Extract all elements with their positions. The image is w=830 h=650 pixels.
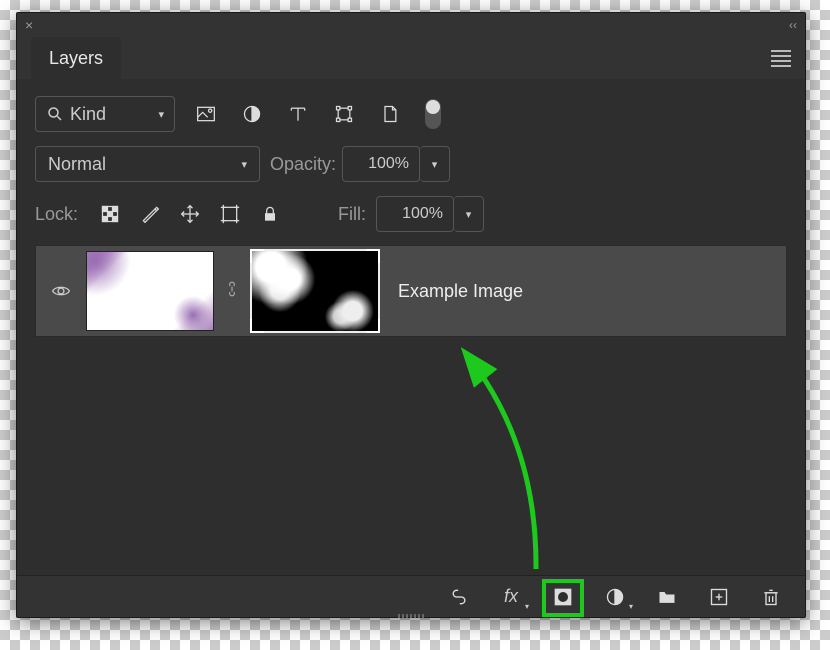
eye-icon	[49, 281, 73, 301]
opacity-input[interactable]: 100%	[342, 146, 420, 182]
lock-transparent-icon[interactable]	[98, 202, 122, 226]
add-adjustment-button[interactable]: ▾	[603, 585, 627, 609]
fill-input[interactable]: 100%	[376, 196, 454, 232]
filter-toggle[interactable]	[425, 99, 441, 129]
opacity-label: Opacity:	[270, 154, 336, 175]
pixel-layer-filter-icon[interactable]	[195, 103, 217, 125]
fill-label: Fill:	[338, 204, 366, 225]
panel-menu-icon[interactable]	[771, 50, 795, 67]
panel-body: Kind ▾	[17, 79, 805, 575]
kind-label: Kind	[70, 104, 158, 125]
opacity-value: 100%	[368, 155, 409, 173]
lock-artboard-icon[interactable]	[218, 202, 242, 226]
delete-layer-button[interactable]	[759, 585, 783, 609]
visibility-toggle[interactable]	[36, 246, 86, 336]
lock-pixels-icon[interactable]	[138, 202, 162, 226]
opacity-dropdown[interactable]: ▾	[420, 146, 450, 182]
fill-group: Fill: 100% ▾	[338, 196, 484, 232]
chevron-down-icon: ▾	[432, 158, 438, 171]
adjustment-layer-filter-icon[interactable]	[241, 103, 263, 125]
add-layer-mask-button[interactable]	[551, 585, 575, 609]
lock-row: Lock: Fill:	[35, 189, 787, 239]
new-layer-button[interactable]	[707, 585, 731, 609]
search-icon	[46, 105, 64, 123]
new-group-button[interactable]	[655, 585, 679, 609]
close-icon[interactable]: ×	[25, 17, 33, 33]
lock-icons	[98, 202, 282, 226]
tab-label: Layers	[49, 48, 103, 69]
layer-mask-thumbnail[interactable]	[250, 249, 380, 333]
tab-layers[interactable]: Layers	[31, 37, 121, 79]
chevron-down-icon: ▾	[241, 158, 247, 171]
blend-mode-label: Normal	[48, 154, 106, 175]
type-layer-filter-icon[interactable]	[287, 103, 309, 125]
panel-header: × ‹‹	[17, 13, 805, 37]
layer-list: Example Image	[35, 245, 787, 575]
shape-layer-filter-icon[interactable]	[333, 103, 355, 125]
layers-panel: × ‹‹ Layers Kind ▾	[16, 12, 806, 618]
filter-row: Kind ▾	[35, 89, 787, 139]
layer-name[interactable]: Example Image	[398, 281, 523, 302]
layer-thumbnail[interactable]	[86, 251, 214, 331]
chevron-down-icon: ▾	[158, 108, 164, 121]
opacity-group: Opacity: 100% ▾	[270, 146, 450, 182]
lock-label: Lock:	[35, 204, 78, 225]
fill-value: 100%	[402, 205, 443, 223]
fill-dropdown[interactable]: ▾	[454, 196, 484, 232]
lock-position-icon[interactable]	[178, 202, 202, 226]
blend-mode-dropdown[interactable]: Normal ▾	[35, 146, 260, 182]
collapse-icon[interactable]: ‹‹	[789, 18, 797, 32]
layer-row[interactable]: Example Image	[35, 245, 787, 337]
tabs-row: Layers	[17, 37, 805, 79]
kind-filter-dropdown[interactable]: Kind ▾	[35, 96, 175, 132]
blend-row: Normal ▾ Opacity: 100% ▾	[35, 139, 787, 189]
mask-link-icon[interactable]	[222, 280, 242, 303]
lock-all-icon[interactable]	[258, 202, 282, 226]
chevron-down-icon: ▾	[466, 208, 472, 221]
filter-icons	[195, 99, 441, 129]
bottom-toolbar: fx▾ ▾	[17, 575, 805, 617]
link-layers-button[interactable]	[447, 585, 471, 609]
smart-object-filter-icon[interactable]	[379, 103, 401, 125]
layer-fx-button[interactable]: fx▾	[499, 585, 523, 609]
resize-grip[interactable]	[381, 613, 441, 619]
